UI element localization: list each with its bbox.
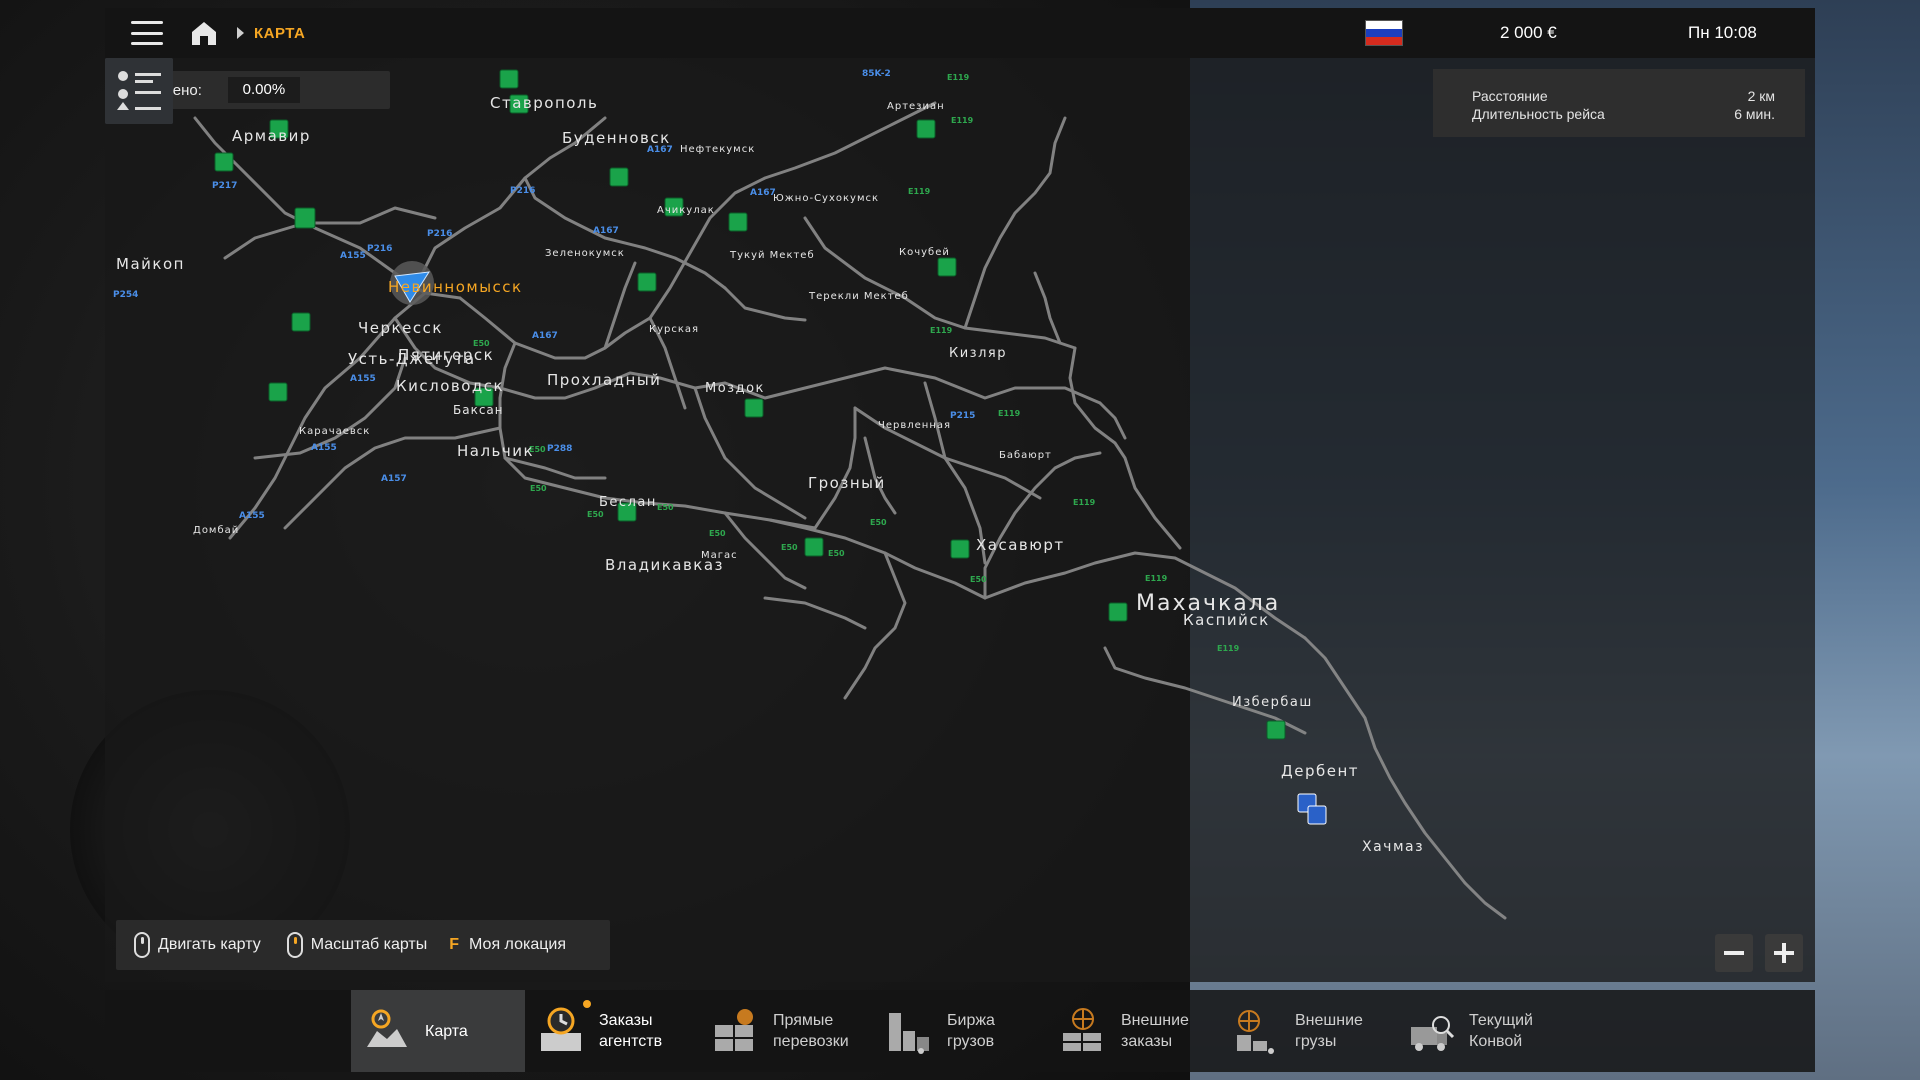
agency-clock-icon <box>541 1007 581 1051</box>
city-label: Нальчик <box>457 442 534 460</box>
town-label: Домбай <box>193 525 239 536</box>
tab-freight-market[interactable]: Биржа грузов <box>873 990 1047 1072</box>
town-label: Курская <box>649 324 699 335</box>
tab-label: Внешние <box>1295 1012 1363 1029</box>
town-label: Магас <box>701 550 738 561</box>
city-label: Моздок <box>705 381 765 396</box>
minus-icon <box>1724 951 1744 955</box>
mouse-scroll-icon <box>286 932 303 958</box>
route-info-panel: Расстояние 2 км Длительность рейса 6 мин… <box>1433 69 1805 137</box>
city-label: Невинномысск <box>388 278 523 296</box>
map-view[interactable]: P217 P216 P216 P216 A155 P254 A167 A167 A167 A… <box>105 58 1815 982</box>
bottom-tab-bar: Карта Заказы агентств Прямые перевозки Б… <box>105 990 1815 1072</box>
city-label: Ставрополь <box>490 94 598 112</box>
duration-label: Длительность рейса <box>1472 106 1605 122</box>
game-clock: Пн 10:08 <box>1688 23 1757 42</box>
town-label: Тукуй Мектеб <box>729 250 815 261</box>
map-controls-hint: Двигать карту Масштаб карты F Моя локаци… <box>116 920 610 970</box>
city-label: Дербент <box>1281 762 1359 780</box>
city-label-major: Махачкала <box>1136 591 1280 616</box>
town-label: Южно-Сухокумск <box>773 193 879 204</box>
tab-label-2: агентств <box>599 1033 663 1050</box>
freight-market-icon <box>889 1013 929 1054</box>
mouse-icon <box>134 932 150 958</box>
world-map-screen: КАРТА 2 000 € Пн 10:08 P217 P216 P216 P2… <box>105 8 1815 1072</box>
city-label: Усть-Джегута <box>348 350 476 368</box>
city-label: Кисловодск <box>396 377 504 395</box>
tab-label: Биржа <box>947 1012 995 1029</box>
town-label: Терекли Мектеб <box>808 291 909 302</box>
city-label: Черкесск <box>358 319 443 337</box>
tab-current-convoy[interactable]: Текущий Конвой <box>1395 990 1569 1072</box>
city-label: Прохладный <box>547 371 661 389</box>
map-icon <box>367 1009 407 1047</box>
tab-label: Карта <box>425 1022 468 1040</box>
town-label: Зеленокумск <box>545 248 625 259</box>
city-label: Хасавюрт <box>976 536 1065 554</box>
town-label: Червленная <box>878 420 951 431</box>
town-label: Кочубей <box>899 247 950 258</box>
map-legend-icon[interactable] <box>105 58 173 124</box>
tab-external-contracts[interactable]: Внешние заказы <box>1047 990 1221 1072</box>
tab-label: Прямые <box>773 1012 834 1029</box>
zoom-map-hint: Масштаб карты <box>286 932 428 958</box>
tab-label: Заказы <box>599 1012 653 1029</box>
duration-value: 6 мин. <box>1734 106 1775 122</box>
city-label: Армавир <box>232 127 311 145</box>
tab-label-2: грузов <box>947 1033 995 1050</box>
move-map-label: Двигать карту <box>158 936 261 953</box>
city-label: Избербаш <box>1232 695 1313 710</box>
zoom-map-label: Масштаб карты <box>310 936 428 953</box>
key-f: F <box>449 936 460 953</box>
zoom-in-button[interactable] <box>1765 934 1803 972</box>
tab-label-2: заказы <box>1121 1033 1173 1050</box>
top-bar: КАРТА 2 000 € Пн 10:08 <box>105 8 1815 58</box>
country-flag-icon <box>1365 20 1403 46</box>
tab-label: Внешние <box>1121 1012 1189 1029</box>
city-label: Хачмаз <box>1362 839 1424 855</box>
explored-value: 0.00% <box>227 77 300 103</box>
distance-value: 2 км <box>1747 88 1775 104</box>
tab-label-2: Конвой <box>1469 1033 1523 1050</box>
distance-label: Расстояние <box>1472 88 1548 104</box>
tab-map[interactable]: Карта <box>351 990 525 1072</box>
move-map-hint: Двигать карту <box>134 932 261 958</box>
direct-cargo-icon <box>715 1009 753 1051</box>
my-location-label: Моя локация <box>469 936 566 953</box>
city-label: Буденновск <box>562 129 671 147</box>
zoom-out-button[interactable] <box>1715 934 1753 972</box>
money-balance: 2 000 € <box>1500 23 1557 42</box>
hamburger-menu-icon[interactable] <box>131 21 163 45</box>
town-label: Баксан <box>453 403 504 417</box>
town-label: Карачаевск <box>299 426 370 437</box>
town-label: Бабаюрт <box>999 450 1052 461</box>
tab-external-cargo[interactable]: Внешние грузы <box>1221 990 1395 1072</box>
external-cargo-icon <box>1237 1010 1274 1054</box>
home-icon[interactable] <box>189 18 219 48</box>
town-label: Нефтекумск <box>680 144 755 155</box>
tab-label-2: перевозки <box>773 1033 849 1050</box>
city-label: Майкоп <box>116 255 185 273</box>
town-label: Ачикулак <box>657 205 715 216</box>
tab-direct-cargo[interactable]: Прямые перевозки <box>699 990 873 1072</box>
map-labels: Ставрополь Буденновск Армавир Майкоп Нев… <box>116 94 1424 855</box>
town-label: Артезиан <box>887 101 945 112</box>
city-label: Беслан <box>599 495 657 510</box>
notification-dot <box>583 1000 591 1008</box>
my-location-hint[interactable]: F Моя локация <box>449 936 566 954</box>
breadcrumb-chevron-icon <box>237 27 244 39</box>
convoy-icon <box>1411 1016 1455 1051</box>
city-label: Кизляр <box>949 346 1007 361</box>
tab-label-2: грузы <box>1295 1033 1337 1050</box>
external-contracts-icon <box>1063 1008 1101 1051</box>
city-label: Грозный <box>808 474 886 492</box>
breadcrumb[interactable]: КАРТА <box>254 25 305 42</box>
tab-label: Текущий <box>1469 1012 1533 1029</box>
tab-agency-jobs[interactable]: Заказы агентств <box>525 990 699 1072</box>
